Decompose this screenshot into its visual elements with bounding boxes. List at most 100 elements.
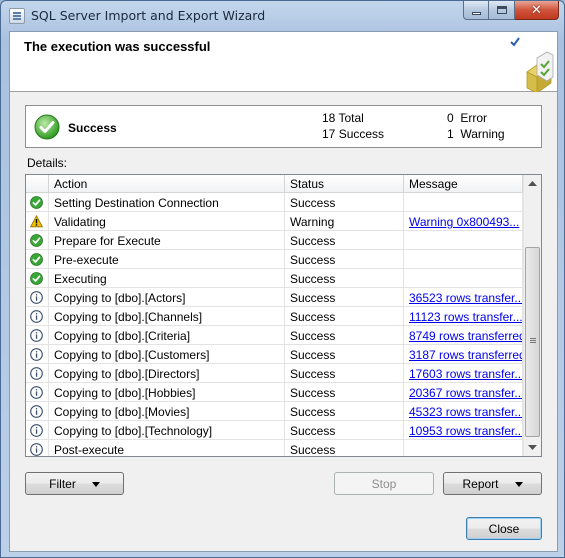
chevron-up-icon [528, 180, 537, 186]
success-label: Success [338, 127, 385, 141]
row-action: Copying to [dbo].[Hobbies] [49, 383, 285, 402]
report-label: Report [462, 476, 499, 491]
close-button[interactable]: Close [466, 517, 542, 540]
row-message-cell [404, 193, 523, 212]
row-action: Pre-execute [49, 250, 285, 269]
vertical-scrollbar[interactable] [523, 175, 541, 456]
grip-icon [530, 338, 536, 339]
scroll-down-button[interactable] [524, 439, 541, 456]
header-icon-column[interactable] [26, 175, 49, 193]
row-message-cell: 10953 rows transfer... [404, 421, 523, 440]
row-message-link[interactable]: 20367 rows transfer... [409, 386, 522, 400]
table-row[interactable]: Pre-execute Success [26, 250, 523, 269]
title-bar[interactable]: SQL Server Import and Export Wizard ✕ [1, 1, 564, 31]
row-message-link[interactable]: 17603 rows transfer... [409, 367, 522, 381]
row-status: Success [285, 421, 404, 440]
info-icon [30, 329, 43, 342]
row-action: Copying to [dbo].[Movies] [49, 402, 285, 421]
warning-label: Warning [460, 127, 505, 141]
maximize-icon [496, 6, 507, 14]
row-message-link[interactable]: 10953 rows transfer... [409, 424, 522, 438]
row-icon-cell [26, 231, 49, 250]
header-status[interactable]: Status [285, 175, 404, 193]
table-row[interactable]: Copying to [dbo].[Movies] Success 45323 ro… [26, 402, 523, 421]
row-action: Copying to [dbo].[Channels] [49, 307, 285, 326]
row-message-cell [404, 250, 523, 269]
success-icon [30, 253, 43, 266]
table-row[interactable]: Post-execute Success [26, 440, 523, 456]
info-icon [30, 386, 43, 399]
table-row[interactable]: Copying to [dbo].[Actors] Success 36523 ro… [26, 288, 523, 307]
table-row[interactable]: Validating Warning Warning 0x800493... [26, 212, 523, 231]
success-icon [30, 196, 43, 209]
row-message-link[interactable]: 3187 rows transferred [409, 348, 522, 362]
row-status: Warning [285, 212, 404, 231]
row-message-link[interactable]: 36523 rows transfer... [409, 291, 522, 305]
scroll-up-button[interactable] [524, 175, 541, 192]
info-icon [30, 310, 43, 323]
table-row[interactable]: Copying to [dbo].[Directors] Success 17603… [26, 364, 523, 383]
table-row[interactable]: Prepare for Execute Success [26, 231, 523, 250]
row-icon-cell [26, 326, 49, 345]
summary-status: Success [68, 121, 117, 135]
row-message-link[interactable]: 45323 rows transfer... [409, 405, 522, 419]
row-icon-cell [26, 402, 49, 421]
row-message-cell: 45323 rows transfer... [404, 402, 523, 421]
stop-label: Stop [371, 476, 397, 491]
row-status: Success [285, 402, 404, 421]
row-icon-cell [26, 269, 49, 288]
header-message[interactable]: Message [404, 175, 523, 193]
row-status: Success [285, 345, 404, 364]
row-action: Copying to [dbo].[Customers] [49, 345, 285, 364]
table-row[interactable]: Executing Success [26, 269, 523, 288]
row-message-link[interactable]: Warning 0x800493... [409, 215, 519, 229]
info-icon [30, 291, 43, 304]
row-message-link[interactable]: 8749 rows transferred [409, 329, 522, 343]
row-status: Success [285, 250, 404, 269]
header-banner: The execution was successful [10, 32, 557, 92]
maximize-button[interactable] [489, 1, 515, 20]
row-icon-cell [26, 383, 49, 402]
minimize-button[interactable] [463, 1, 489, 20]
grid-body: Setting Destination Connection Success Val… [26, 193, 523, 456]
page-title: The execution was successful [24, 39, 211, 54]
success-icon [30, 272, 43, 285]
table-row[interactable]: Copying to [dbo].[Customers] Success 3187 … [26, 345, 523, 364]
close-label: Close [488, 521, 520, 536]
info-icon [30, 405, 43, 418]
table-row[interactable]: Copying to [dbo].[Hobbies] Success 20367 r… [26, 383, 523, 402]
row-action: Validating [49, 212, 285, 231]
warning-count: 1 [447, 127, 454, 141]
row-action: Prepare for Execute [49, 231, 285, 250]
window-controls: ✕ [463, 1, 559, 21]
table-row[interactable]: Setting Destination Connection Success [26, 193, 523, 212]
dropdown-arrow-icon [91, 482, 100, 487]
row-icon-cell [26, 421, 49, 440]
dropdown-arrow-icon [514, 482, 523, 487]
header-action[interactable]: Action [49, 175, 285, 193]
filter-button[interactable]: Filter [25, 472, 124, 495]
filter-label: Filter [49, 476, 76, 491]
chevron-down-icon [528, 444, 537, 450]
row-action: Copying to [dbo].[Actors] [49, 288, 285, 307]
app-icon [9, 8, 25, 24]
total-count: 18 [322, 111, 336, 125]
stop-button[interactable]: Stop [334, 472, 434, 495]
row-status: Success [285, 307, 404, 326]
row-message-link[interactable]: 11123 rows transfer... [409, 310, 522, 324]
details-grid[interactable]: Action Status Message Setting Destinatio… [25, 174, 542, 457]
summary-panel: Success 18 Total 17 Success 0 Error 1 Wa… [25, 105, 542, 148]
row-icon-cell [26, 193, 49, 212]
warning-icon [30, 215, 43, 228]
table-row[interactable]: Copying to [dbo].[Channels] Success 11123 … [26, 307, 523, 326]
row-status: Success [285, 193, 404, 212]
row-icon-cell [26, 288, 49, 307]
report-button[interactable]: Report [443, 472, 542, 495]
table-row[interactable]: Copying to [dbo].[Criteria] Success 8749 r… [26, 326, 523, 345]
scrollbar-thumb[interactable] [525, 247, 540, 437]
row-message-cell: 20367 rows transfer... [404, 383, 523, 402]
row-icon-cell [26, 364, 49, 383]
table-row[interactable]: Copying to [dbo].[Technology] Success 1095… [26, 421, 523, 440]
close-window-button[interactable]: ✕ [515, 1, 559, 20]
minimize-icon [471, 11, 481, 15]
